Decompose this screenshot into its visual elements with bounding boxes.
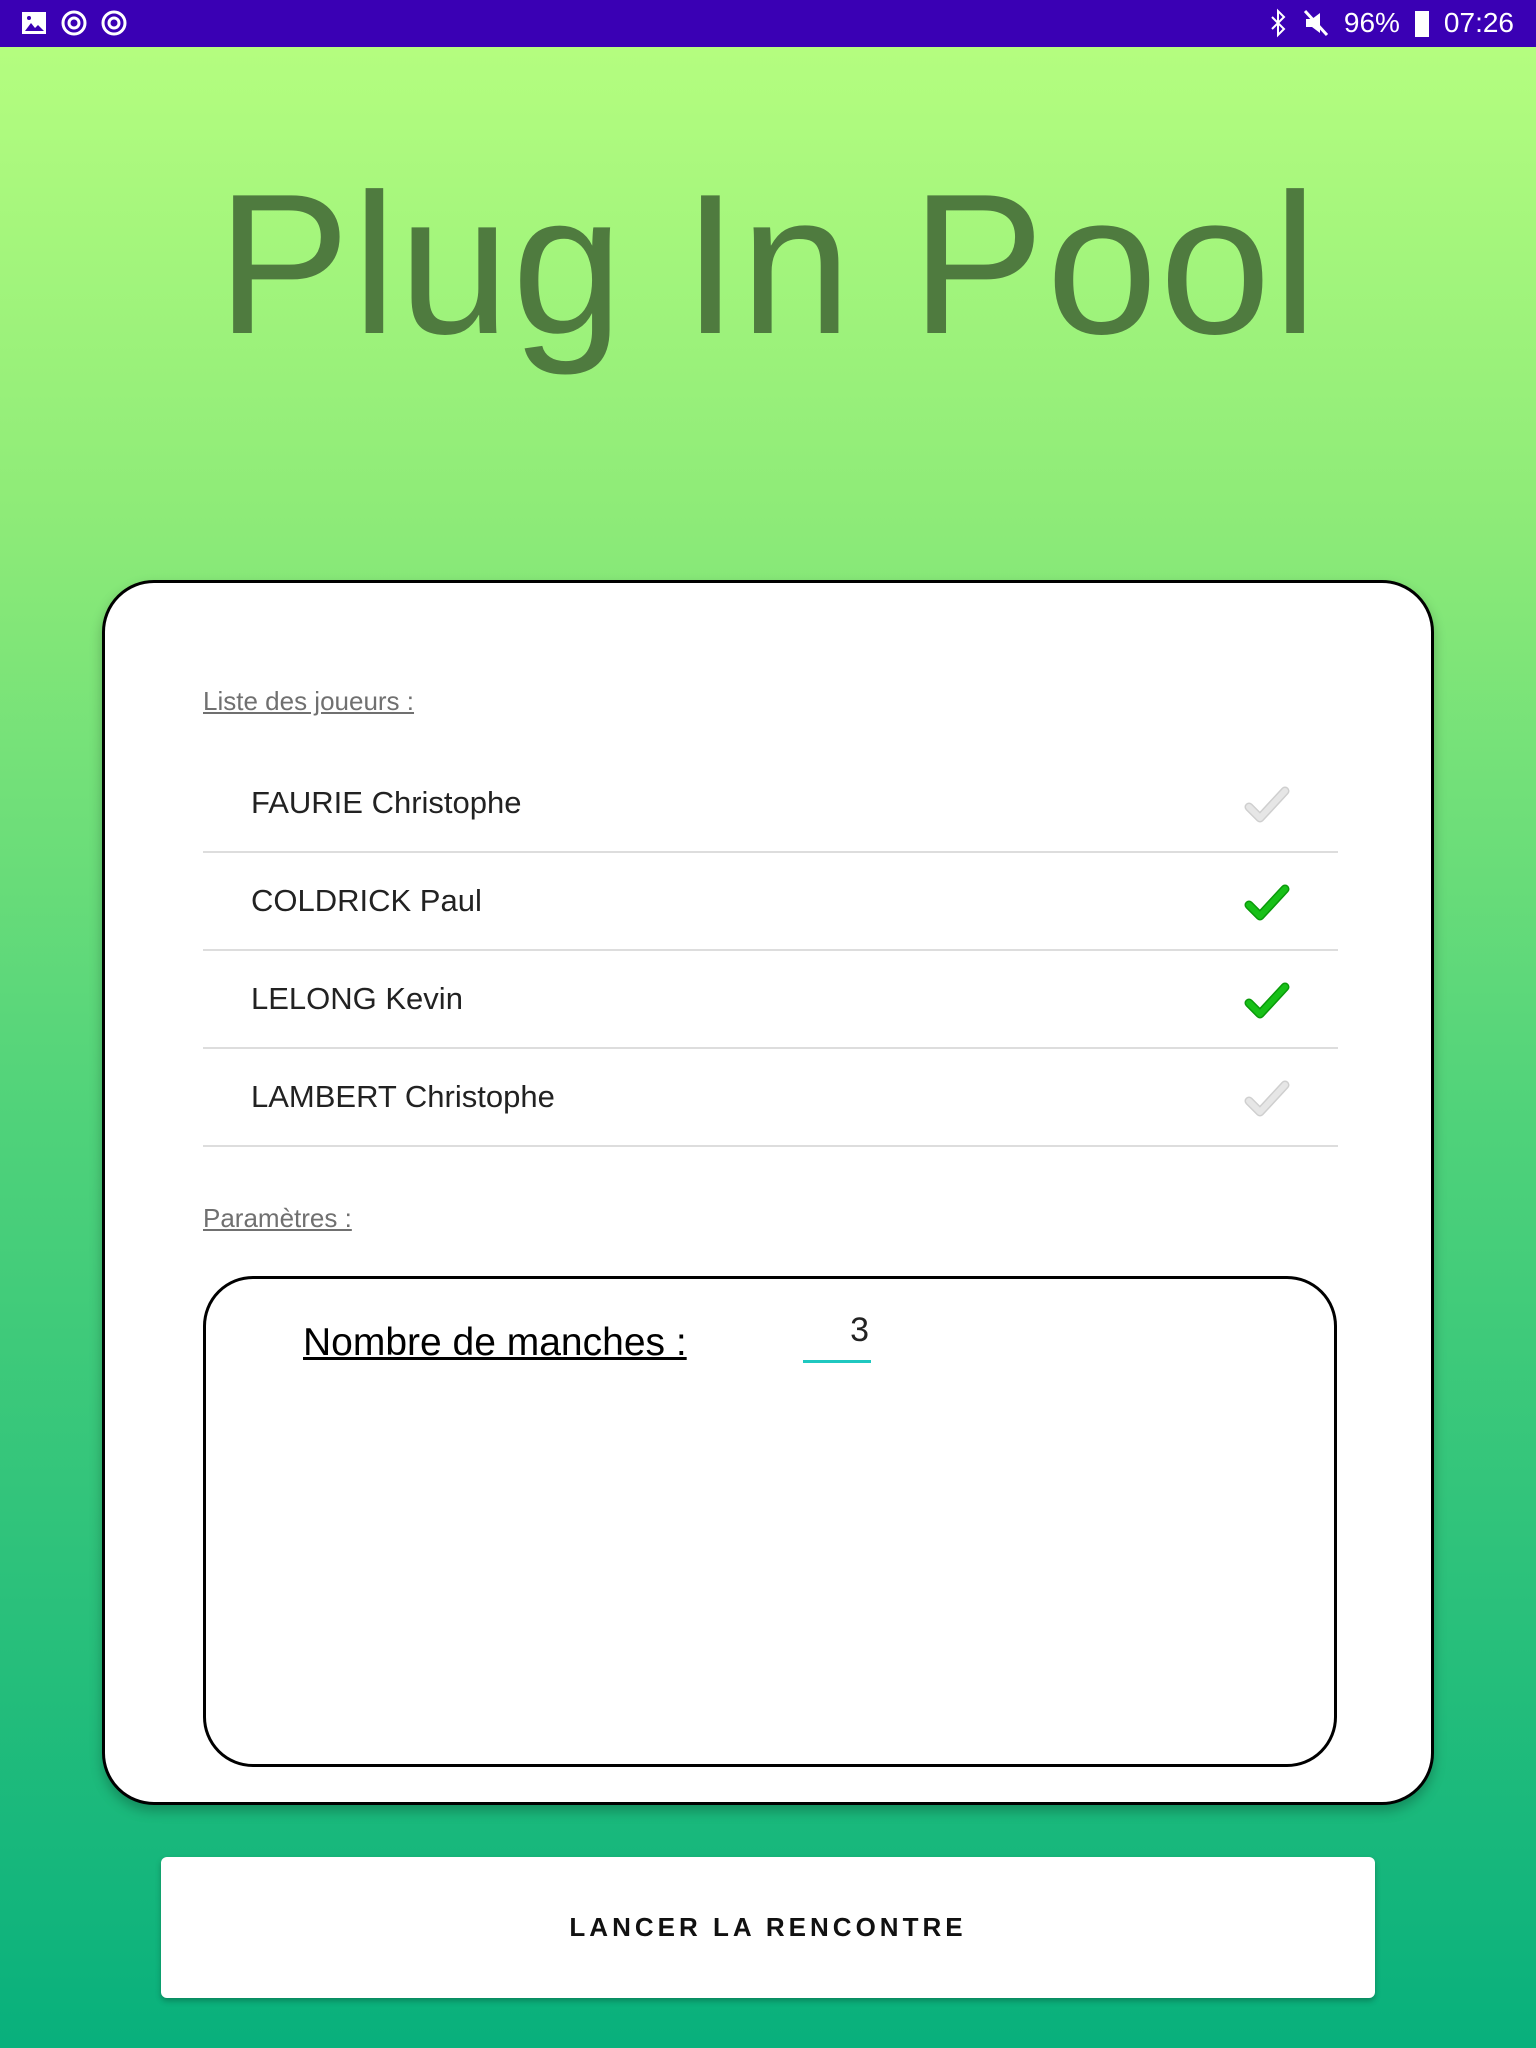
- bluetooth-icon: [1271, 8, 1286, 38]
- parameters-box: Nombre de manches : 3: [203, 1276, 1337, 1767]
- players-list: FAURIE Christophe COLDRICK Paul LELONG K…: [203, 755, 1338, 1147]
- battery-icon: [1414, 11, 1429, 37]
- player-name: LAMBERT Christophe: [251, 1079, 555, 1114]
- status-bar: 96% 07:26: [0, 0, 1536, 47]
- rounds-input[interactable]: 3: [803, 1311, 871, 1363]
- rounds-label: Nombre de manches :: [303, 1321, 687, 1364]
- match-setup-card: Liste des joueurs : FAURIE Christophe CO…: [102, 580, 1434, 1805]
- players-label: Liste des joueurs :: [203, 686, 415, 716]
- player-row[interactable]: LELONG Kevin: [203, 951, 1338, 1049]
- app-title: Plug In Pool: [216, 153, 1320, 376]
- sync-icon: [61, 10, 87, 36]
- battery-percent: 96%: [1343, 7, 1400, 38]
- player-name: LELONG Kevin: [251, 981, 463, 1016]
- player-row[interactable]: FAURIE Christophe: [203, 755, 1338, 853]
- player-name: FAURIE Christophe: [251, 785, 522, 820]
- mute-icon: [1303, 9, 1328, 37]
- sync-icon: [101, 10, 127, 36]
- checkmark-unselected-icon[interactable]: [1244, 785, 1290, 825]
- image-icon: [22, 12, 46, 34]
- player-name: COLDRICK Paul: [251, 883, 482, 918]
- start-match-button[interactable]: LANCER LA RENCONTRE: [161, 1857, 1375, 1998]
- player-row[interactable]: LAMBERT Christophe: [203, 1049, 1338, 1147]
- parameters-label: Paramètres :: [203, 1203, 352, 1233]
- checkmark-selected-icon[interactable]: [1244, 981, 1290, 1021]
- checkmark-selected-icon[interactable]: [1244, 883, 1290, 923]
- checkmark-unselected-icon[interactable]: [1244, 1079, 1290, 1119]
- clock: 07:26: [1443, 7, 1514, 38]
- player-row[interactable]: COLDRICK Paul: [203, 853, 1338, 951]
